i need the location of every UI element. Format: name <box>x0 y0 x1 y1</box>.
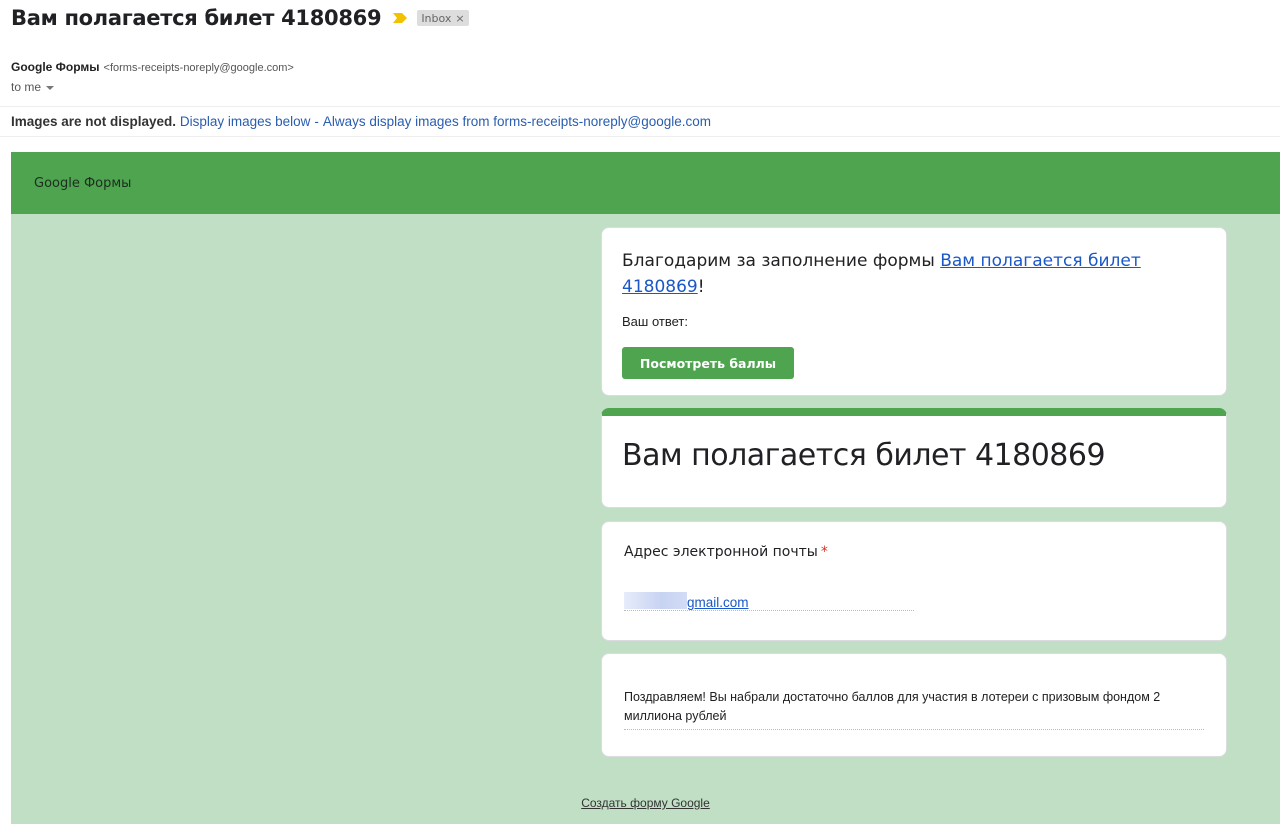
always-display-images-link[interactable]: Always display images from forms-receipt… <box>323 114 711 129</box>
subject-row: Вам полагается билет 4180869 Inbox × <box>11 4 469 32</box>
congrats-message: Поздравляем! Вы набрали достаточно балло… <box>624 688 1204 730</box>
form-title-card: Вам полагается билет 4180869 <box>601 408 1227 508</box>
thanks-message: Благодарим за заполнение формы Вам полаг… <box>622 248 1206 300</box>
email-subject: Вам полагается билет 4180869 <box>11 6 382 30</box>
email-answer-field: gmail.com <box>624 592 914 611</box>
your-answer-label: Ваш ответ: <box>622 314 688 329</box>
redacted-email-prefix <box>624 592 687 609</box>
create-form-link[interactable]: Создать форму Google <box>581 796 710 810</box>
email-answer-link[interactable]: gmail.com <box>687 595 749 610</box>
sender-row: Google Формы <forms-receipts-noreply@goog… <box>11 60 294 74</box>
form-brand-text: Google Формы <box>34 175 132 191</box>
importance-marker-icon[interactable] <box>393 13 408 23</box>
thanks-prefix: Благодарим за заполнение формы <box>622 251 941 271</box>
recipient-row: to me <box>11 80 55 94</box>
form-email-body: Google Формы Благодарим за заполнение фо… <box>11 152 1280 824</box>
required-marker: * <box>820 544 828 560</box>
images-separator: - <box>314 114 319 129</box>
form-brand-header: Google Формы <box>11 152 1280 214</box>
email-question-label: Адрес электронной почты * <box>624 544 1204 560</box>
footer: Создать форму Google <box>11 796 1280 810</box>
remove-label-icon[interactable]: × <box>455 12 464 25</box>
thanks-suffix: ! <box>697 277 705 297</box>
view-score-button[interactable]: Посмотреть баллы <box>622 347 794 379</box>
inbox-label-text: Inbox <box>421 11 452 25</box>
email-question-text: Адрес электронной почты <box>624 544 818 560</box>
show-details-icon[interactable] <box>46 85 55 90</box>
inbox-label[interactable]: Inbox × <box>417 10 469 26</box>
congrats-card: Поздравляем! Вы набрали достаточно балло… <box>601 653 1227 757</box>
images-warning-bar: Images are not displayed. Display images… <box>0 106 1280 137</box>
form-title: Вам полагается билет 4180869 <box>622 438 1106 473</box>
sender-name[interactable]: Google Формы <box>11 60 100 74</box>
recipient-label: to me <box>11 80 42 94</box>
email-question-card: Адрес электронной почты * gmail.com <box>601 521 1227 641</box>
display-images-link[interactable]: Display images below <box>180 114 311 129</box>
thanks-card: Благодарим за заполнение формы Вам полаг… <box>601 227 1227 396</box>
sender-email: <forms-receipts-noreply@google.com> <box>103 62 294 74</box>
images-notice: Images are not displayed. <box>11 114 177 129</box>
